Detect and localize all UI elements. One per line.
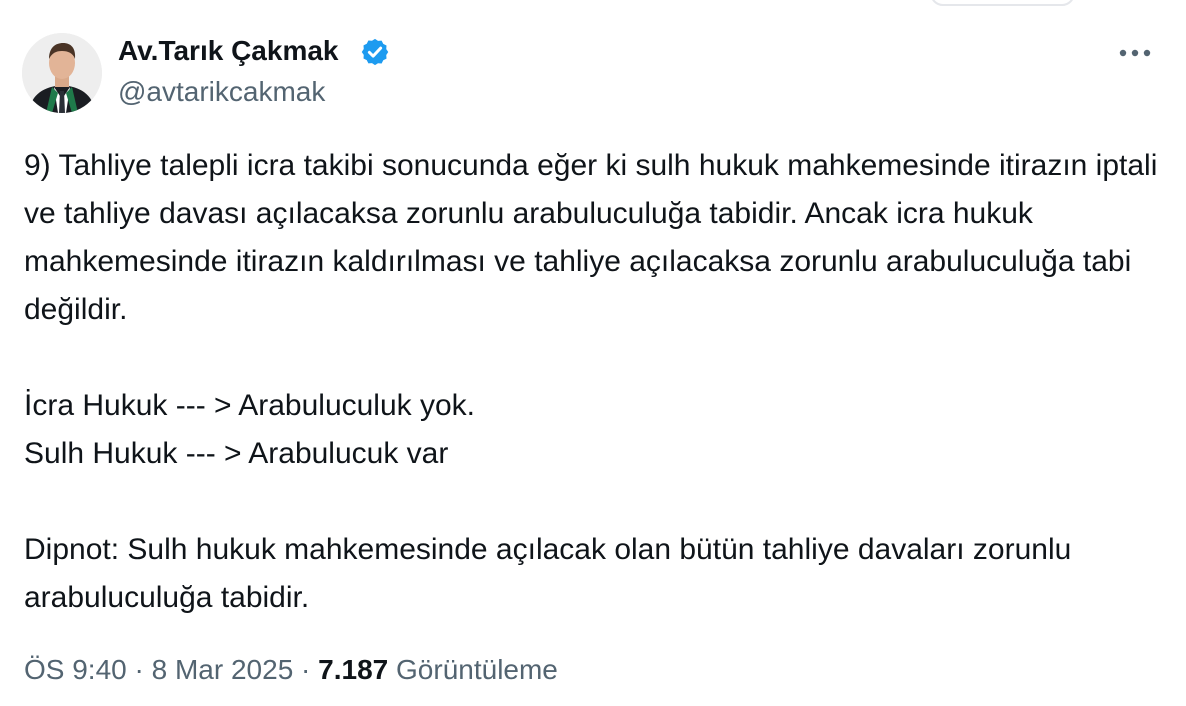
top-pill-button[interactable]: [930, 0, 1075, 6]
verified-badge-icon: [361, 38, 389, 66]
views-label: Görüntüleme: [396, 654, 558, 685]
tweet-date[interactable]: 8 Mar 2025: [152, 654, 294, 685]
more-horizontal-icon[interactable]: [1115, 40, 1155, 66]
tweet-paragraph-1: 9) Tahliye talepli icra takibi sonucunda…: [24, 149, 1158, 326]
tweet-line-3: Sulh Hukuk --- > Arabulucuk var: [24, 437, 449, 470]
tweet-line-2: İcra Hukuk --- > Arabuluculuk yok.: [24, 389, 476, 422]
author-display-name[interactable]: Av.Tarık Çakmak: [118, 34, 339, 68]
views-count: 7.187: [318, 654, 389, 685]
avatar-portrait: [22, 33, 102, 113]
author-handle[interactable]: @avtarikcakmak: [118, 75, 325, 109]
tweet-time[interactable]: ÖS 9:40: [24, 654, 127, 685]
avatar[interactable]: [22, 33, 102, 113]
tweet-paragraph-4: Dipnot: Sulh hukuk mahkemesinde açılacak…: [24, 533, 1072, 614]
meta-separator: ·: [134, 654, 144, 685]
tweet-text: 9) Tahliye talepli icra takibi sonucunda…: [24, 142, 1169, 622]
tweet-meta: ÖS 9:40 · 8 Mar 2025 · 7.187 Görüntüleme: [24, 650, 558, 690]
meta-separator: ·: [301, 654, 311, 685]
